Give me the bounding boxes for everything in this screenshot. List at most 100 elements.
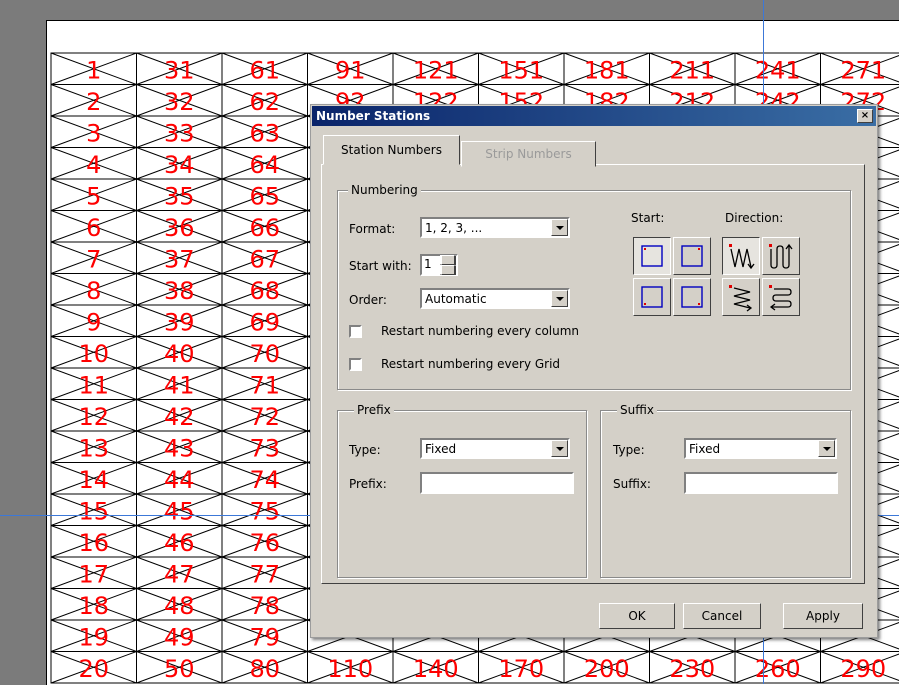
order-select[interactable]: Automatic <box>420 288 570 309</box>
station-number: 79 <box>249 624 280 652</box>
restart-grid-label[interactable]: Restart numbering every Grid <box>381 357 560 371</box>
station-number: 44 <box>164 466 195 494</box>
station-number: 2 <box>86 88 101 116</box>
station-cell: 20 <box>51 652 137 684</box>
station-number: 38 <box>164 277 195 305</box>
station-number: 241 <box>755 57 801 85</box>
station-number: 19 <box>78 624 109 652</box>
direction-label: Direction: <box>725 211 783 225</box>
tab-station-numbers[interactable]: Station Numbers <box>323 135 460 165</box>
station-number: 5 <box>86 183 101 211</box>
station-cell: 67 <box>222 242 308 274</box>
restart-column-label[interactable]: Restart numbering every column <box>381 324 579 338</box>
station-number: 36 <box>164 214 195 242</box>
station-cell: 10 <box>51 337 137 369</box>
station-number: 140 <box>413 655 459 683</box>
station-number: 8 <box>86 277 101 305</box>
station-cell: 41 <box>137 368 223 400</box>
dialog-titlebar[interactable]: Number Stations × <box>312 106 876 126</box>
station-number: 76 <box>249 529 280 557</box>
chevron-down-icon[interactable] <box>551 290 568 307</box>
station-number: 14 <box>78 466 109 494</box>
apply-button[interactable]: Apply <box>783 603 863 629</box>
ok-button[interactable]: OK <box>599 603 675 629</box>
station-cell: 61 <box>222 53 308 85</box>
start-with-spinner[interactable] <box>440 255 456 275</box>
station-number: 77 <box>249 561 280 589</box>
station-cell: 260 <box>735 652 821 684</box>
station-number: 62 <box>249 88 280 116</box>
station-number: 6 <box>86 214 101 242</box>
station-cell: 16 <box>51 526 137 558</box>
station-cell: 65 <box>222 179 308 211</box>
station-cell: 3 <box>51 116 137 148</box>
chevron-down-icon[interactable] <box>818 440 835 457</box>
station-cell: 14 <box>51 463 137 495</box>
station-cell: 18 <box>51 589 137 621</box>
station-cell: 241 <box>735 53 821 85</box>
direction-snake-vertical-button[interactable] <box>762 237 800 275</box>
station-number: 33 <box>164 120 195 148</box>
station-cell: 43 <box>137 431 223 463</box>
station-cell: 80 <box>222 652 308 684</box>
station-cell: 12 <box>51 400 137 432</box>
station-number: 70 <box>249 340 280 368</box>
corner-bottom-right-icon <box>679 284 705 310</box>
suffix-input[interactable] <box>684 472 838 494</box>
station-cell: 42 <box>137 400 223 432</box>
station-cell: 72 <box>222 400 308 432</box>
start-top-right-button[interactable] <box>673 237 711 275</box>
close-button[interactable]: × <box>857 109 873 123</box>
corner-top-left-icon <box>639 243 665 269</box>
station-number: 48 <box>164 592 195 620</box>
station-cell: 211 <box>650 53 736 85</box>
direction-zigzag-horizontal-button[interactable] <box>722 278 760 316</box>
station-number: 49 <box>164 624 195 652</box>
order-label: Order: <box>349 293 387 307</box>
station-cell: 63 <box>222 116 308 148</box>
start-bottom-right-button[interactable] <box>673 278 711 316</box>
restart-grid-checkbox[interactable] <box>349 358 362 371</box>
suffix-type-select[interactable]: Fixed <box>684 438 837 459</box>
snake-vertical-icon <box>766 241 796 271</box>
start-top-left-button[interactable] <box>633 237 671 275</box>
spin-down-icon[interactable] <box>440 265 456 275</box>
station-number: 271 <box>840 57 886 85</box>
station-cell: 170 <box>479 652 565 684</box>
station-cell: 271 <box>821 53 899 85</box>
station-number: 230 <box>669 655 715 683</box>
restart-column-checkbox[interactable] <box>349 325 362 338</box>
prefix-type-select[interactable]: Fixed <box>420 438 570 459</box>
station-cell: 1 <box>51 53 137 85</box>
number-stations-dialog: Number Stations × Numbering Format: 1, 2… <box>310 104 878 638</box>
chevron-down-icon[interactable] <box>551 219 568 236</box>
tab-strip-numbers[interactable]: Strip Numbers <box>461 141 596 167</box>
station-cell: 4 <box>51 148 137 180</box>
station-cell: 6 <box>51 211 137 243</box>
corner-top-right-icon <box>679 243 705 269</box>
direction-snake-horizontal-button[interactable] <box>762 278 800 316</box>
station-number: 7 <box>86 246 101 274</box>
station-cell: 290 <box>821 652 899 684</box>
chevron-down-icon[interactable] <box>551 440 568 457</box>
start-bottom-left-button[interactable] <box>633 278 671 316</box>
format-select[interactable]: 1, 2, 3, ... <box>420 217 570 238</box>
station-number: 170 <box>498 655 544 683</box>
station-cell: 19 <box>51 620 137 652</box>
prefix-input[interactable] <box>420 472 574 494</box>
station-number: 15 <box>78 498 109 526</box>
station-cell: 140 <box>393 652 479 684</box>
suffix-field-label: Suffix: <box>613 477 651 491</box>
station-cell: 50 <box>137 652 223 684</box>
spin-up-icon[interactable] <box>440 255 456 265</box>
cancel-button[interactable]: Cancel <box>683 603 761 629</box>
prefix-group: Prefix <box>337 410 587 578</box>
zigzag-vertical-icon <box>726 241 756 271</box>
station-cell: 2 <box>51 85 137 117</box>
station-cell: 35 <box>137 179 223 211</box>
station-cell: 31 <box>137 53 223 85</box>
station-cell: 74 <box>222 463 308 495</box>
direction-zigzag-vertical-button[interactable] <box>722 237 760 275</box>
suffix-type-label: Type: <box>613 443 645 457</box>
station-cell: 77 <box>222 557 308 589</box>
